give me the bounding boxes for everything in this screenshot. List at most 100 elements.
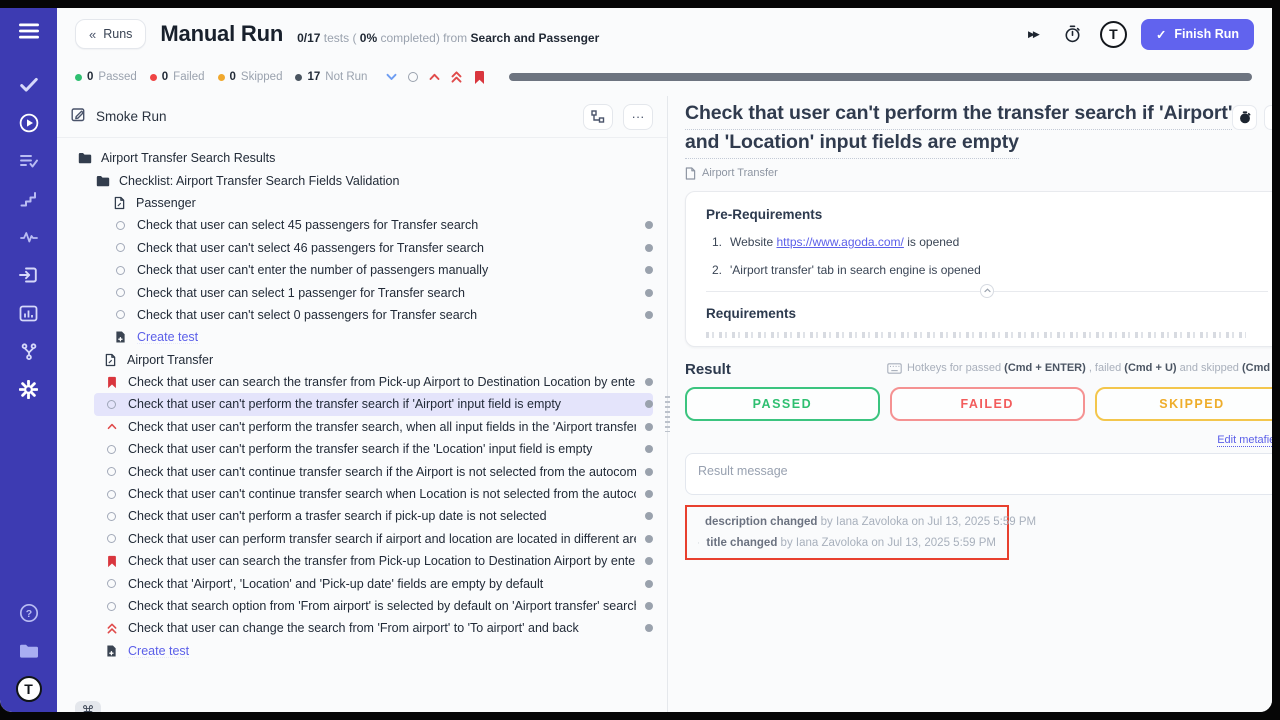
external-link[interactable]: https://www.agoda.com/: [776, 235, 903, 249]
status-dot: [645, 423, 653, 431]
caret-up-icon[interactable]: [429, 73, 440, 81]
more-options-button[interactable]: ···: [623, 104, 653, 130]
create-test-link[interactable]: Create test: [94, 640, 653, 662]
test-row[interactable]: Check that user can't select 46 passenge…: [103, 237, 653, 259]
test-row[interactable]: Check that 'Airport', 'Location' and 'Pi…: [94, 572, 653, 594]
test-row[interactable]: Check that user can't select 0 passenger…: [103, 304, 653, 326]
status-dot: [645, 580, 653, 588]
back-to-runs-button[interactable]: « Runs: [75, 19, 146, 49]
not-run-icon: [116, 288, 125, 297]
branch-icon[interactable]: [0, 332, 57, 370]
user-avatar[interactable]: T: [16, 676, 42, 702]
test-row[interactable]: Check that user can't continue transfer …: [94, 460, 653, 482]
gear-icon[interactable]: [0, 370, 57, 408]
status-dot: [645, 244, 653, 252]
double-chevron-left-icon: «: [89, 27, 96, 42]
test-row[interactable]: Check that user can search the transfer …: [94, 550, 653, 572]
account-avatar[interactable]: T: [1100, 21, 1127, 48]
passed-button[interactable]: PASSED: [685, 387, 880, 421]
status-dot: [645, 468, 653, 476]
tree-view-button[interactable]: [583, 104, 613, 130]
check-icon[interactable]: [0, 66, 57, 104]
not-run-icon: [116, 266, 125, 275]
requirements-heading: Requirements: [706, 306, 1268, 321]
not-run-icon: [116, 243, 125, 252]
not-run-icon: [107, 445, 116, 454]
status-dot: [645, 602, 653, 610]
timer-icon[interactable]: [1232, 105, 1257, 130]
keyboard-icon: [887, 363, 902, 374]
collapse-toggle-icon[interactable]: [980, 284, 994, 298]
file-icon: [698, 537, 699, 549]
skipped-button[interactable]: SKIPPED: [1095, 387, 1272, 421]
pulse-icon[interactable]: [0, 218, 57, 256]
fast-forward-icon[interactable]: ▶▶: [1020, 21, 1046, 47]
status-dot: [645, 311, 653, 319]
result-heading: Result: [685, 361, 731, 378]
test-row[interactable]: Check that user can't perform the transf…: [94, 416, 653, 438]
nav-rail: ? T: [0, 8, 57, 712]
test-row[interactable]: Check that user can't perform the transf…: [94, 438, 653, 460]
sign-in-icon[interactable]: [0, 256, 57, 294]
folder-row[interactable]: Airport Transfer Search Results: [67, 147, 653, 169]
status-dot: [645, 400, 653, 408]
menu-icon[interactable]: [0, 12, 57, 50]
not-run-icon: [107, 534, 116, 543]
test-row[interactable]: Check that user can't enter the number o…: [103, 259, 653, 281]
status-dot: [645, 266, 653, 274]
chevron-down-icon[interactable]: [386, 73, 397, 81]
test-row[interactable]: Check that search option from 'From airp…: [94, 595, 653, 617]
projects-icon[interactable]: [0, 632, 57, 670]
finish-run-button[interactable]: ✓ Finish Run: [1141, 19, 1254, 50]
create-test-link[interactable]: Create test: [103, 326, 653, 348]
test-row[interactable]: Check that user can't perform the transf…: [94, 393, 653, 415]
result-message-input[interactable]: [685, 453, 1272, 495]
create-test-icon: [115, 330, 126, 344]
status-count: 17 Not Run: [295, 71, 367, 83]
timer-icon[interactable]: [1060, 21, 1086, 47]
prereq-item: 2.'Airport transfer' tab in search engin…: [712, 263, 1268, 277]
edit-metafields-link[interactable]: Edit metafields: [1217, 434, 1272, 446]
section-divider: [706, 291, 1268, 292]
play-circle-icon[interactable]: [0, 104, 57, 142]
steps-icon[interactable]: [0, 180, 57, 218]
status-dot: [645, 221, 653, 229]
cmd-key-badge: ⌘: [75, 701, 101, 712]
check-icon: ✓: [1156, 27, 1166, 42]
prereq-heading: Pre-Requirements: [706, 207, 1268, 222]
test-row[interactable]: Check that user can select 1 passenger f…: [103, 281, 653, 303]
folder-icon: [78, 152, 92, 164]
suite-row[interactable]: Passenger: [102, 192, 653, 214]
not-run-icon: [107, 490, 116, 499]
run-progress-bar: [509, 73, 1252, 81]
hotkeys-hint: Hotkeys for passed (Cmd + ENTER) , faile…: [887, 362, 1272, 374]
failed-button[interactable]: FAILED: [890, 387, 1085, 421]
bookmark-icon[interactable]: [473, 70, 486, 85]
more-options-button[interactable]: ···: [1264, 105, 1272, 130]
not-run-icon: [107, 579, 116, 588]
run-header: « Runs Manual Run 0/17 tests ( 0% comple…: [57, 8, 1272, 60]
page-title: Manual Run: [160, 21, 283, 46]
prereq-item: 1.Website https://www.agoda.com/ is open…: [712, 235, 1268, 249]
status-count: 0 Failed: [150, 71, 205, 83]
circle-status-icon[interactable]: [408, 72, 418, 82]
test-row[interactable]: Check that user can perform transfer sea…: [94, 528, 653, 550]
double-caret-up-icon[interactable]: [451, 71, 462, 83]
help-icon[interactable]: ?: [0, 594, 57, 632]
suite-tag[interactable]: Airport Transfer: [685, 167, 1272, 180]
folder-row[interactable]: Checklist: Airport Transfer Search Field…: [85, 169, 653, 191]
status-dot: [645, 490, 653, 498]
plan-title: Smoke Run: [96, 109, 573, 124]
suite-row[interactable]: Airport Transfer: [93, 349, 653, 371]
bookmark-icon: [106, 376, 118, 389]
test-row[interactable]: Check that user can change the search fr…: [94, 617, 653, 639]
checklist-icon[interactable]: [0, 142, 57, 180]
run-statusbar: 0 Passed 0 Failed 0 Skipped 17 Not Run: [57, 60, 1272, 94]
test-row[interactable]: Check that user can't perform a trasfer …: [94, 505, 653, 527]
test-row[interactable]: Check that user can select 45 passengers…: [103, 214, 653, 236]
report-icon[interactable]: [0, 294, 57, 332]
panel-splitter[interactable]: [665, 396, 670, 432]
test-row[interactable]: Check that user can't continue transfer …: [94, 483, 653, 505]
not-run-icon: [107, 400, 116, 409]
test-row[interactable]: Check that user can search the transfer …: [94, 371, 653, 393]
